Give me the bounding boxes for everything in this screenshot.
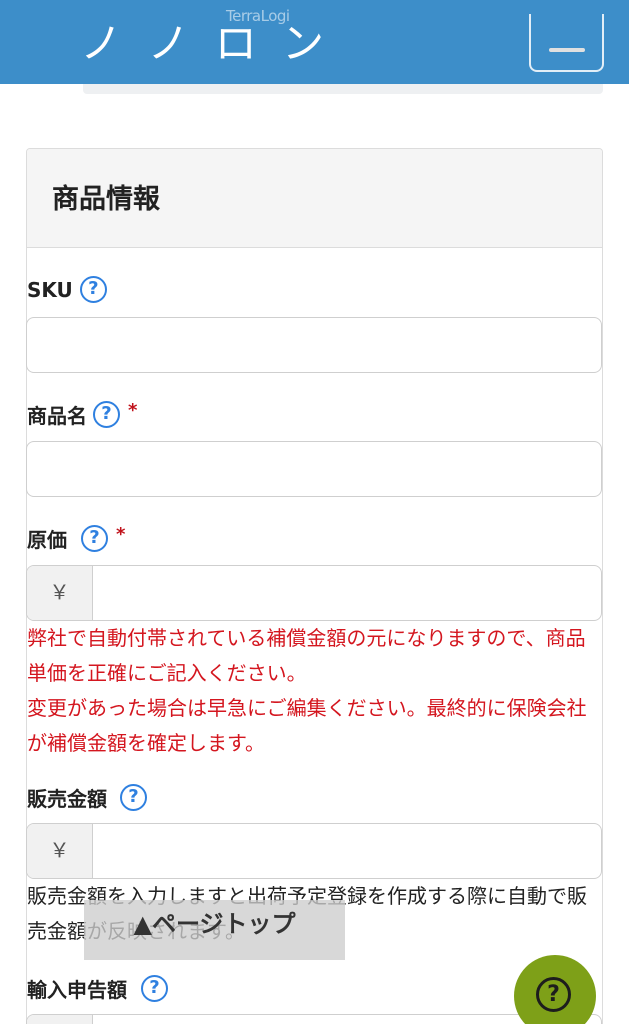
sales-amount-help-icon[interactable]: ? (120, 784, 147, 811)
cost-price-input[interactable]: ￥ (26, 565, 602, 621)
cost-price-note: 弊社で自動付帯されている補償金額の元になりますので、商品単価を正確にご記入くださ… (27, 621, 602, 761)
sales-amount-input[interactable]: ￥ (26, 823, 602, 879)
sub-nav-strip (83, 84, 603, 94)
sku-input[interactable] (26, 317, 602, 373)
product-name-help-icon[interactable]: ? (93, 401, 120, 428)
cost-price-label-row: 原価 ? * (27, 524, 125, 553)
page-top-button[interactable]: ▲ページトップ (84, 900, 345, 960)
cost-note-line1: 弊社で自動付帯されている補償金額の元になりますので、商品単価を正確にご記入くださ… (27, 626, 586, 685)
import-declaration-help-icon[interactable]: ? (141, 975, 168, 1002)
yen-addon: ￥ (27, 1015, 93, 1024)
product-name-label-row: 商品名 ? * (27, 400, 137, 429)
yen-addon: ￥ (27, 566, 93, 620)
import-declaration-label-row: 輸入申告額 ? (27, 974, 168, 1003)
product-name-label: 商品名 (27, 404, 87, 428)
cost-price-label: 原価 (27, 528, 67, 552)
import-declaration-label: 輸入申告額 (27, 978, 127, 1002)
sales-amount-label: 販売金額 (27, 787, 107, 811)
menu-toggle-button[interactable] (529, 14, 604, 72)
app-header: ノ ノ ロ ン TerraLogi (0, 0, 629, 84)
import-declaration-input[interactable]: ￥ (26, 1014, 602, 1024)
brand-logo: TerraLogi (226, 7, 290, 25)
sku-label-row: SKU ? (27, 276, 107, 303)
sales-amount-label-row: 販売金額 ? (27, 783, 147, 812)
required-mark: * (128, 400, 138, 421)
yen-addon: ￥ (27, 824, 93, 878)
required-mark: * (116, 524, 126, 545)
card-title: 商品情報 (52, 184, 160, 215)
product-name-input[interactable] (26, 441, 602, 497)
header-title: ノ ノ ロ ン (80, 19, 331, 62)
cost-price-help-icon[interactable]: ? (81, 525, 108, 552)
sku-help-icon[interactable]: ? (79, 276, 107, 303)
help-circle-icon: ? (536, 977, 571, 1012)
hamburger-menu-icon (549, 48, 585, 52)
cost-note-line2: 変更があった場合は早急にご編集ください。最終的に保険会社が補償金額を確定します。 (27, 696, 587, 755)
sku-label: SKU (27, 277, 73, 302)
